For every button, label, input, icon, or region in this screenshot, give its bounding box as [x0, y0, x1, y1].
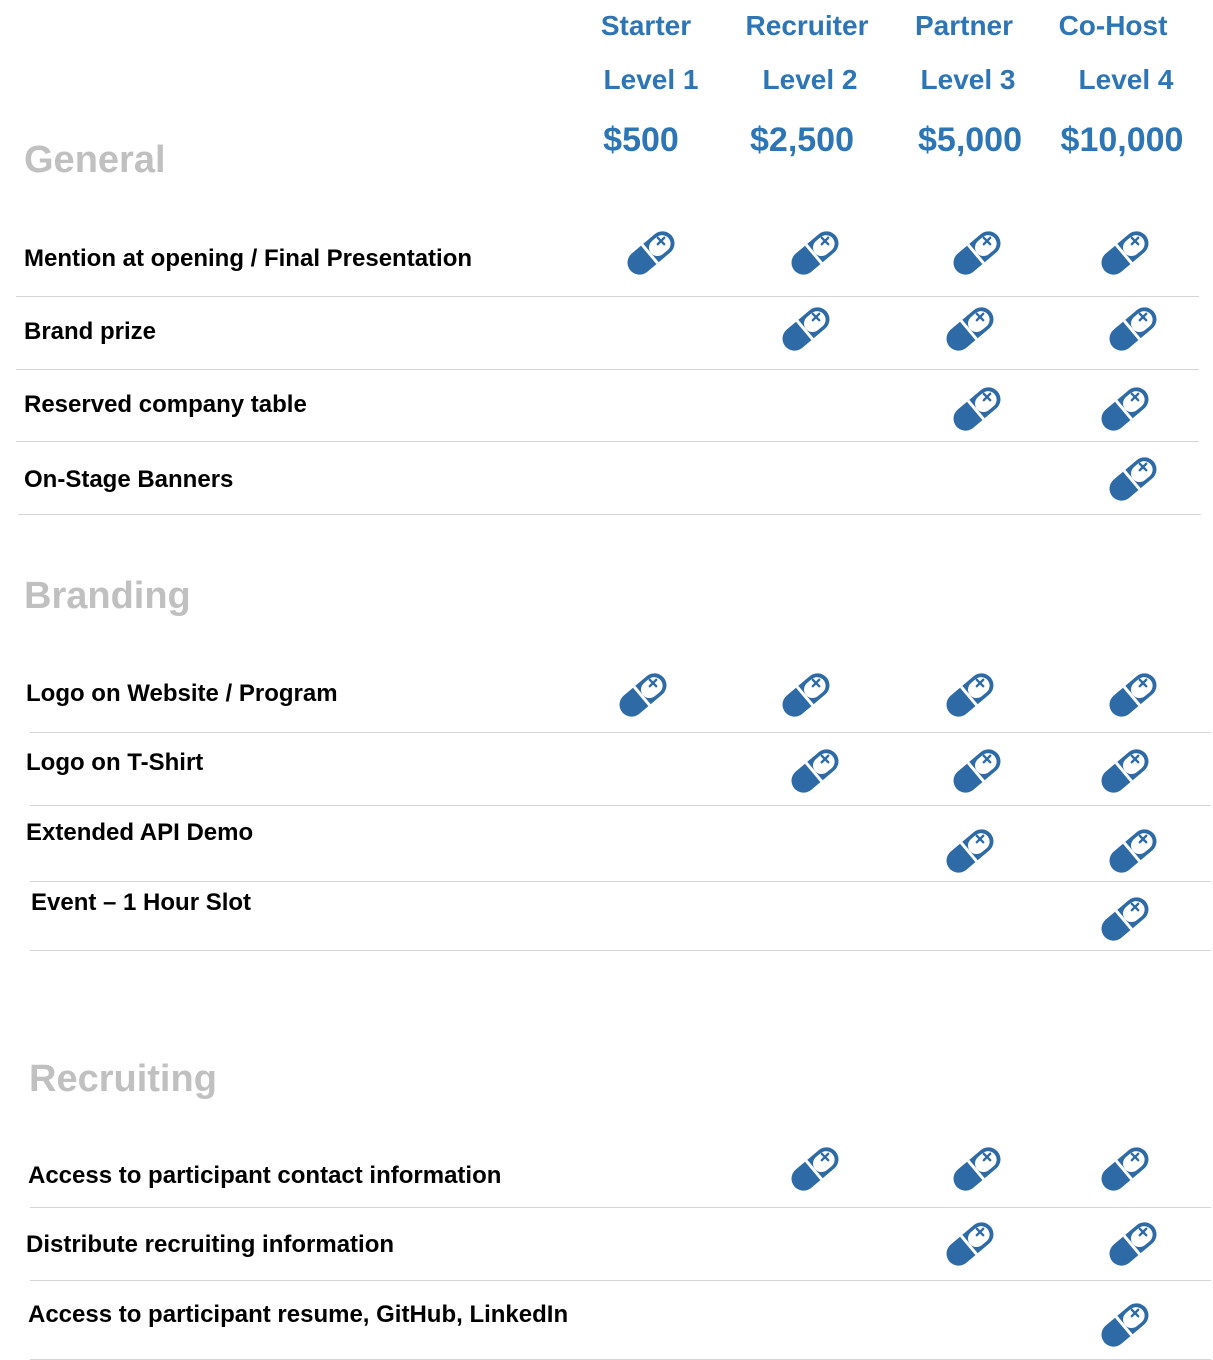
- pill-icon: [1094, 222, 1156, 284]
- tier-level-3: Level 3: [920, 64, 1016, 95]
- tier-level-4: Level 4: [1078, 64, 1174, 95]
- pill-icon: [1102, 448, 1164, 510]
- row-divider: [30, 805, 1211, 806]
- feature-label: Logo on T-Shirt: [26, 749, 204, 776]
- tier-price-3: $5,000: [918, 121, 1022, 159]
- pill-icon: [784, 740, 846, 802]
- pill-icon: [946, 222, 1008, 284]
- pill-icon: [1102, 820, 1164, 882]
- pill-icon: [946, 378, 1008, 440]
- feature-label: Brand prize: [24, 318, 157, 345]
- feature-label: Distribute recruiting information: [26, 1231, 395, 1258]
- feature-label: Event – 1 Hour Slot: [31, 889, 252, 916]
- tier-price-2: $2,500: [750, 121, 854, 159]
- pill-icon: [1102, 664, 1164, 726]
- pill-icon: [939, 664, 1001, 726]
- feature-label: Access to participant resume, GitHub, Li…: [28, 1301, 569, 1328]
- pill-icon: [939, 1213, 1001, 1275]
- pill-icon: [1094, 378, 1156, 440]
- pill-icon: [620, 222, 682, 284]
- pill-icon: [775, 664, 837, 726]
- feature-label: On-Stage Banners: [24, 466, 234, 493]
- pill-icon: [775, 298, 837, 360]
- row-divider: [16, 296, 1199, 297]
- row-divider: [18, 514, 1201, 515]
- row-divider: [30, 881, 1211, 882]
- feature-label: Extended API Demo: [26, 819, 254, 846]
- pill-icon: [784, 1138, 846, 1200]
- tier-price-4: $10,000: [1060, 121, 1184, 159]
- pill-icon: [1094, 888, 1156, 950]
- row-divider: [16, 441, 1199, 442]
- tier-level-1: Level 1: [603, 64, 699, 95]
- tier-name-partner: Partner: [914, 10, 1014, 41]
- feature-label: Access to participant contact informatio…: [28, 1162, 502, 1189]
- tier-name-cohost: Co-Host: [1058, 10, 1168, 41]
- pill-icon: [784, 222, 846, 284]
- row-divider: [30, 1280, 1211, 1281]
- row-divider: [16, 369, 1199, 370]
- pill-icon: [939, 820, 1001, 882]
- pill-icon: [1102, 1213, 1164, 1275]
- pill-icon: [1094, 1138, 1156, 1200]
- pill-icon: [612, 664, 674, 726]
- feature-label: Mention at opening / Final Presentation: [24, 245, 473, 272]
- tier-name-recruiter: Recruiter: [745, 10, 869, 41]
- tier-name-starter: Starter: [600, 10, 692, 41]
- pill-icon: [946, 740, 1008, 802]
- feature-label: Reserved company table: [24, 391, 307, 418]
- section-title-recruiting: Recruiting: [29, 1058, 217, 1100]
- row-divider: [30, 1207, 1211, 1208]
- pill-icon: [939, 298, 1001, 360]
- pill-icon: [1102, 298, 1164, 360]
- feature-label: Logo on Website / Program: [26, 680, 338, 707]
- pill-icon: [946, 1138, 1008, 1200]
- pill-icon: [1094, 1294, 1156, 1356]
- section-title-branding: Branding: [24, 575, 191, 617]
- pill-icon: [1094, 740, 1156, 802]
- section-title-general: General: [24, 139, 166, 181]
- row-divider: [30, 732, 1211, 733]
- row-divider: [30, 950, 1211, 951]
- tier-level-2: Level 2: [762, 64, 858, 95]
- tier-price-1: $500: [603, 121, 679, 159]
